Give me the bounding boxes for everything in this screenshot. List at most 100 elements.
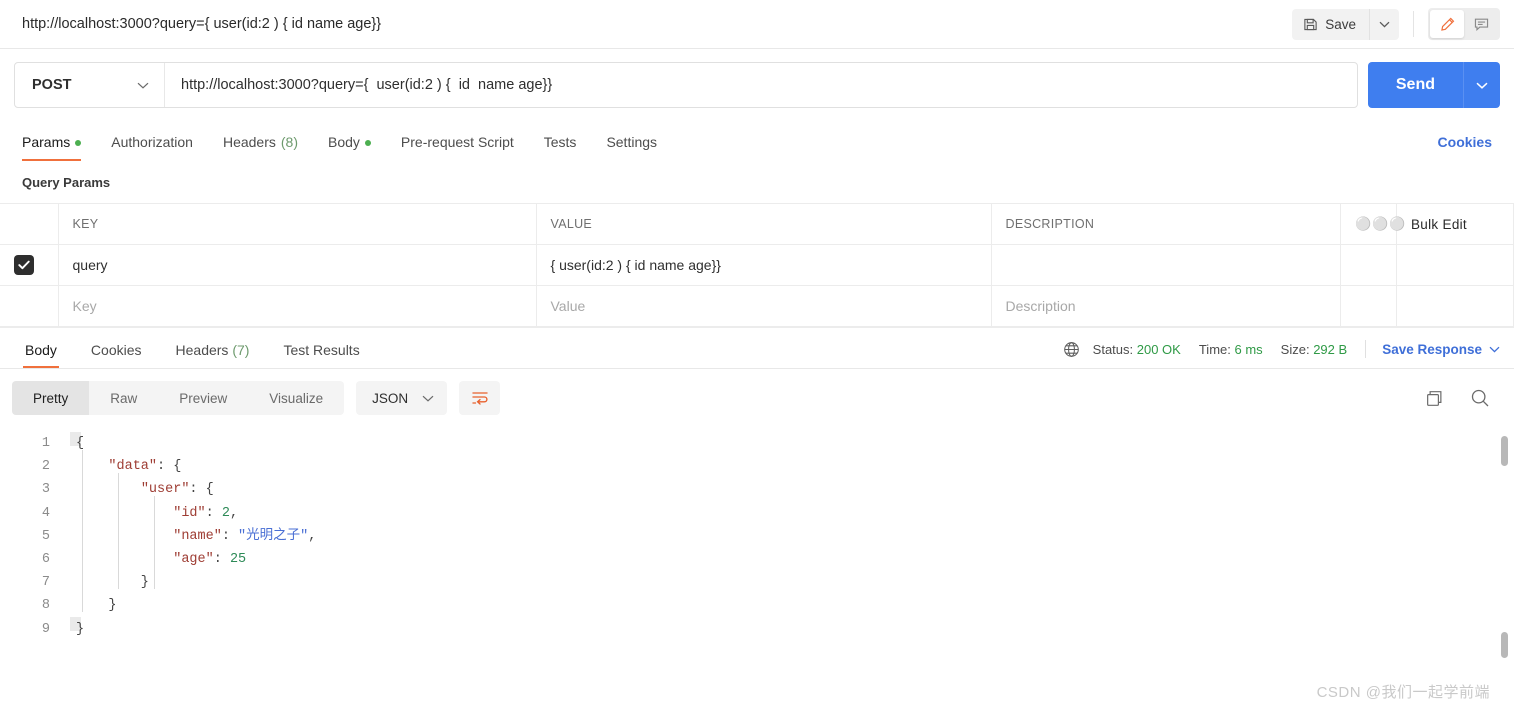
- wrap-lines-button[interactable]: [459, 381, 501, 415]
- json-code-block: { "data": { "user": { "id": 2, "name": "…: [0, 432, 1514, 641]
- send-options-button[interactable]: [1463, 62, 1500, 108]
- save-button[interactable]: Save: [1292, 8, 1369, 40]
- url-input[interactable]: [165, 63, 1357, 107]
- tab-headers[interactable]: Headers (8): [223, 121, 298, 161]
- response-body-code[interactable]: { "data": { "user": { "id": 2, "name": "…: [0, 426, 1514, 664]
- status-label: Status:: [1092, 341, 1134, 357]
- size-label: Size:: [1280, 341, 1310, 357]
- code-line: }: [0, 594, 117, 617]
- tab-params[interactable]: Params: [22, 121, 82, 161]
- bulk-edit-button[interactable]: Bulk Edit: [1396, 203, 1514, 245]
- top-bar: http://localhost:3000?query={ user(id:2 …: [0, 0, 1514, 49]
- tab-params-label: Params: [22, 134, 71, 150]
- view-mode-raw[interactable]: Raw: [89, 381, 158, 415]
- code-line: "name": "光明之子",: [0, 525, 317, 548]
- tab-settings-label: Settings: [606, 134, 658, 150]
- tab-pre-request-script-label: Pre-request Script: [400, 134, 514, 150]
- toolbar-divider: [1413, 11, 1414, 37]
- watermark: CSDN @我们一起学前端: [1316, 684, 1490, 701]
- edit-request-button[interactable]: [1430, 10, 1464, 38]
- tab-headers-count: (8): [280, 134, 298, 150]
- query-params-heading: Query Params: [22, 175, 111, 190]
- row-enabled-checkbox[interactable]: [14, 255, 34, 275]
- tab-body[interactable]: Body: [328, 121, 371, 161]
- save-response-button[interactable]: Save Response: [1382, 342, 1500, 357]
- more-options-icon[interactable]: ⚪⚪⚪: [1340, 203, 1406, 245]
- view-mode-toggle: [1428, 8, 1500, 40]
- wrap-lines-icon: [471, 390, 489, 406]
- response-meta: Status: 200 OK Time: 6 ms Size: 292 B Sa…: [1063, 340, 1500, 368]
- response-tab-body[interactable]: Body: [23, 342, 59, 368]
- code-scrollbar[interactable]: [1501, 436, 1508, 658]
- response-toolbar-actions: [1425, 388, 1500, 408]
- tab-authorization[interactable]: Authorization: [111, 121, 193, 161]
- response-tab-headers[interactable]: Headers (7): [176, 342, 250, 368]
- send-button[interactable]: Send: [1367, 62, 1463, 108]
- query-params-table: KEY VALUE DESCRIPTION ⚪⚪⚪ Bulk Edit quer…: [0, 203, 1514, 327]
- empty-row-checkbox-cell: [0, 285, 59, 327]
- empty-row-key-input[interactable]: Key: [58, 285, 537, 327]
- tab-settings[interactable]: Settings: [606, 121, 657, 161]
- tab-authorization-label: Authorization: [111, 134, 193, 150]
- tab-body-label: Body: [328, 134, 360, 150]
- tab-pre-request-script[interactable]: Pre-request Script: [401, 121, 514, 161]
- http-method-select[interactable]: POST: [15, 63, 165, 107]
- request-tabs: Params Authorization Headers (8) Body Pr…: [0, 121, 1514, 161]
- empty-row-more-cell: [1340, 285, 1397, 327]
- request-title: http://localhost:3000?query={ user(id:2 …: [22, 16, 382, 32]
- header-value: VALUE: [536, 203, 992, 245]
- view-mode-visualize[interactable]: Visualize: [248, 381, 344, 415]
- table-header-row: KEY VALUE DESCRIPTION ⚪⚪⚪ Bulk Edit: [0, 203, 1514, 245]
- code-line: "data": {: [0, 455, 182, 478]
- comment-button[interactable]: [1464, 10, 1498, 38]
- http-method-value: POST: [32, 77, 72, 93]
- chevron-down-icon: [1476, 82, 1488, 89]
- size-text: Size: 292 B: [1281, 342, 1348, 357]
- copy-icon: [1425, 389, 1444, 408]
- row-key[interactable]: query: [58, 244, 537, 286]
- response-tab-cookies[interactable]: Cookies: [91, 342, 142, 368]
- header-checkbox-cell: [0, 203, 59, 245]
- scrollbar-thumb-top[interactable]: [1501, 436, 1508, 466]
- empty-row-bulk-cell: [1396, 285, 1514, 327]
- cookies-link[interactable]: Cookies: [1438, 134, 1492, 161]
- chevron-down-icon: [1379, 21, 1390, 28]
- response-view-mode-group: Pretty Raw Preview Visualize: [12, 381, 345, 415]
- copy-button[interactable]: [1425, 389, 1444, 408]
- code-line: }: [0, 571, 149, 594]
- empty-row-value-input[interactable]: Value: [536, 285, 992, 327]
- response-format-select[interactable]: JSON: [356, 381, 448, 415]
- scrollbar-thumb-bottom[interactable]: [1501, 632, 1508, 658]
- table-row: query { user(id:2 ) { id name age}}: [0, 244, 1514, 286]
- globe-icon: [1063, 341, 1080, 358]
- view-mode-pretty[interactable]: Pretty: [12, 381, 90, 415]
- row-more-cell: [1340, 244, 1397, 286]
- tab-tests-label: Tests: [543, 134, 577, 150]
- pencil-icon: [1439, 16, 1456, 33]
- send-button-group: Send: [1367, 62, 1500, 108]
- table-row: Key Value Description: [0, 285, 1514, 327]
- size-value: 292 B: [1313, 341, 1348, 357]
- response-tab-test-results[interactable]: Test Results: [283, 342, 359, 368]
- tab-tests[interactable]: Tests: [544, 121, 577, 161]
- search-icon: [1470, 388, 1490, 408]
- time-value: 6 ms: [1234, 341, 1263, 357]
- floppy-disk-icon: [1303, 17, 1318, 32]
- empty-row-description-input[interactable]: Description: [991, 285, 1341, 327]
- save-button-label: Save: [1325, 16, 1356, 32]
- header-key: KEY: [58, 203, 537, 245]
- row-description[interactable]: [991, 244, 1341, 286]
- code-line: "user": {: [0, 478, 214, 501]
- response-format-value: JSON: [372, 390, 409, 406]
- view-mode-preview[interactable]: Preview: [158, 381, 248, 415]
- save-options-button[interactable]: [1369, 8, 1399, 40]
- comment-icon: [1473, 16, 1490, 33]
- code-line: {: [0, 432, 85, 455]
- search-button[interactable]: [1470, 388, 1490, 408]
- modified-dot-icon: [364, 140, 371, 146]
- row-value[interactable]: { user(id:2 ) { id name age}}: [536, 244, 992, 286]
- chevron-down-icon: [422, 395, 434, 402]
- code-line: }: [0, 618, 85, 641]
- chevron-down-icon: [137, 82, 149, 89]
- save-button-group: Save: [1292, 8, 1399, 40]
